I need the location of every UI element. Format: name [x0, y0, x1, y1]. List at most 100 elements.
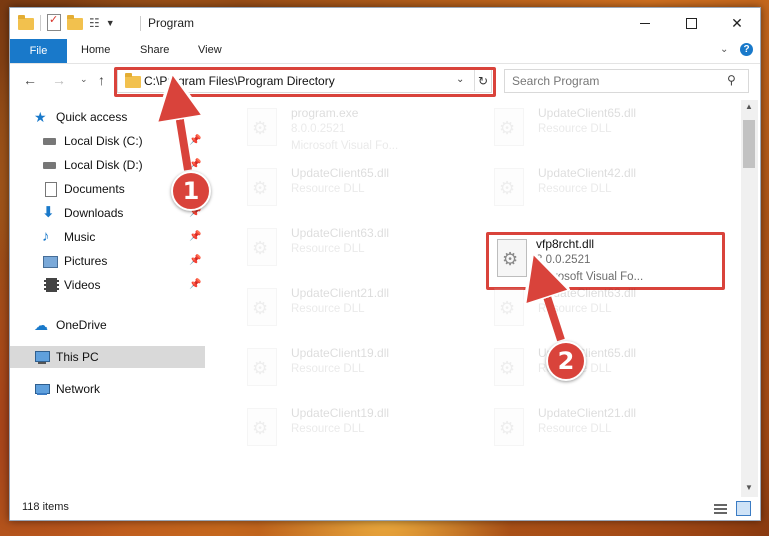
tab-share[interactable]: Share	[140, 44, 169, 56]
customize-toolbar-chevron-icon[interactable]: ▼	[106, 18, 115, 28]
file-name: UpdateClient63.dll	[538, 286, 637, 300]
tab-home[interactable]: Home	[81, 44, 110, 56]
ribbon-tabs: File Home Share View ⌄ ?	[10, 39, 760, 64]
item-count: 118 items	[22, 501, 69, 513]
sidebar-item-onedrive[interactable]: ☁ OneDrive	[10, 314, 205, 336]
document-icon	[42, 181, 58, 197]
pin-icon[interactable]: 📌	[189, 159, 201, 170]
sidebar-item-label: Downloads	[64, 206, 124, 220]
vertical-scrollbar[interactable]: ▲ ▼	[741, 100, 758, 497]
dll-file-icon: ⚙	[243, 348, 279, 392]
maximize-button[interactable]	[668, 8, 714, 38]
file-name: UpdateClient19.dll	[291, 406, 390, 420]
recent-locations-chevron-icon[interactable]: ⌄	[80, 74, 88, 85]
file-tile[interactable]: ⚙ UpdateClient21.dll Resource DLL	[472, 404, 712, 462]
pin-icon[interactable]: 📌	[189, 135, 201, 146]
file-list: ⚙ program.exe 8.0.0.2521 Microsoft Visua…	[215, 100, 741, 497]
file-name: vfp8rcht.dll	[536, 237, 595, 251]
forward-arrow-icon[interactable]: →	[52, 72, 66, 88]
file-tile[interactable]: ⚙ UpdateClient65.dll Resource DLL	[472, 344, 712, 402]
pin-icon[interactable]: 📌	[189, 231, 201, 242]
sidebar-item-videos[interactable]: Videos 📌	[10, 274, 205, 296]
file-tile-vfp8rcht[interactable]: ⚙ vfp8rcht.dll 8.0.0.2521 Microsoft Visu…	[486, 232, 725, 290]
file-tile[interactable]: ⚙ UpdateClient21.dll Resource DLL	[225, 284, 465, 342]
file-tile[interactable]: ⚙ UpdateClient65.dll Resource DLL	[225, 164, 465, 222]
gear-icon: ⚙	[502, 249, 519, 269]
sidebar-item-label: Documents	[64, 182, 125, 196]
file-tile[interactable]: ⚙ UpdateClient19.dll Resource DLL	[225, 344, 465, 402]
cloud-icon: ☁	[34, 317, 48, 333]
sidebar-item-quick-access[interactable]: ★ Quick access	[10, 106, 205, 128]
ribbon-expand-chevron-icon[interactable]: ⌄	[720, 44, 728, 55]
file-name: UpdateClient19.dll	[291, 346, 390, 360]
navigation-pane: ★ Quick access Local Disk (C:) 📌 Local D…	[10, 100, 205, 497]
properties-icon[interactable]	[47, 13, 61, 31]
minimize-button[interactable]	[622, 8, 668, 38]
film-icon	[42, 277, 59, 293]
tiles-view-icon[interactable]	[736, 501, 751, 516]
sidebar-item-this-pc[interactable]: This PC	[10, 346, 205, 368]
scroll-thumb[interactable]	[743, 120, 755, 168]
minimize-icon	[640, 22, 650, 24]
search-input[interactable]: Search Program ⚲	[504, 69, 749, 93]
search-placeholder: Search Program	[512, 74, 600, 88]
tab-view[interactable]: View	[198, 44, 222, 56]
dll-file-icon: ⚙	[490, 288, 526, 332]
sidebar-item-label: This PC	[56, 350, 99, 364]
file-tile[interactable]: ⚙ UpdateClient63.dll Resource DLL	[472, 284, 712, 342]
close-icon: ✕	[731, 14, 743, 31]
view-list-icon[interactable]: ☷	[89, 16, 100, 30]
file-description: Microsoft Visual Fo...	[291, 140, 399, 152]
star-icon: ★	[34, 109, 47, 125]
download-arrow-icon: ⬇	[42, 204, 55, 221]
close-button[interactable]: ✕	[714, 8, 760, 38]
tab-file[interactable]: File	[10, 39, 67, 63]
sidebar-item-label: Music	[64, 230, 96, 244]
search-icon[interactable]: ⚲	[727, 73, 736, 87]
scroll-up-icon[interactable]: ▲	[745, 102, 753, 111]
annotation-badge-2: 2	[546, 341, 586, 381]
network-icon	[34, 381, 50, 397]
pin-icon[interactable]: 📌	[189, 255, 201, 266]
scroll-down-icon[interactable]: ▼	[745, 483, 753, 492]
back-arrow-icon[interactable]: ←	[23, 72, 37, 88]
up-arrow-icon[interactable]: ↑	[98, 72, 105, 88]
file-tile[interactable]: ⚙ UpdateClient42.dll Resource DLL	[472, 164, 712, 222]
sidebar-item-network[interactable]: Network	[10, 378, 205, 400]
gear-icon: ⚙	[252, 298, 269, 318]
file-description: Microsoft Visual Fo...	[536, 271, 644, 283]
file-name: UpdateClient21.dll	[291, 286, 390, 300]
file-tile[interactable]: ⚙ UpdateClient63.dll Resource DLL	[225, 224, 465, 282]
dll-file-icon: ⚙	[490, 168, 526, 212]
details-view-icon[interactable]	[714, 502, 727, 514]
pin-icon[interactable]: 📌	[189, 279, 201, 290]
sidebar-item-local-disk-c[interactable]: Local Disk (C:) 📌	[10, 130, 205, 152]
title-separator	[140, 16, 141, 31]
folder-icon[interactable]	[18, 14, 34, 30]
exe-file-icon: ⚙	[243, 108, 279, 152]
sidebar-item-label: Videos	[64, 278, 101, 292]
sidebar-item-music[interactable]: ♪ Music 📌	[10, 226, 205, 248]
sidebar-item-downloads[interactable]: ⬇ Downloads 📌	[10, 202, 205, 224]
file-description: Resource DLL	[538, 303, 612, 315]
file-description: Resource DLL	[538, 123, 612, 135]
help-icon[interactable]: ?	[740, 43, 753, 56]
sidebar-item-local-disk-d[interactable]: Local Disk (D:) 📌	[10, 154, 205, 176]
file-version: 8.0.0.2521	[291, 123, 346, 135]
file-description: Resource DLL	[291, 423, 365, 435]
file-tile[interactable]: ⚙ program.exe 8.0.0.2521 Microsoft Visua…	[225, 104, 465, 162]
dll-file-icon: ⚙	[490, 408, 526, 452]
address-bar-highlight	[114, 67, 496, 97]
gear-icon: ⚙	[252, 418, 269, 438]
gear-icon: ⚙	[252, 358, 269, 378]
new-folder-icon[interactable]	[67, 14, 83, 30]
sidebar-item-label: Local Disk (D:)	[64, 158, 143, 172]
sidebar-item-label: Quick access	[56, 110, 128, 124]
file-description: Resource DLL	[291, 243, 365, 255]
file-tile[interactable]: ⚙ UpdateClient65.dll Resource DLL	[472, 104, 712, 162]
file-tile[interactable]: ⚙ UpdateClient19.dll Resource DLL	[225, 404, 465, 462]
dll-file-icon: ⚙	[493, 239, 529, 283]
sidebar-item-pictures[interactable]: Pictures 📌	[10, 250, 205, 272]
sidebar-item-label: Pictures	[64, 254, 108, 268]
sidebar-item-label: OneDrive	[56, 318, 107, 332]
